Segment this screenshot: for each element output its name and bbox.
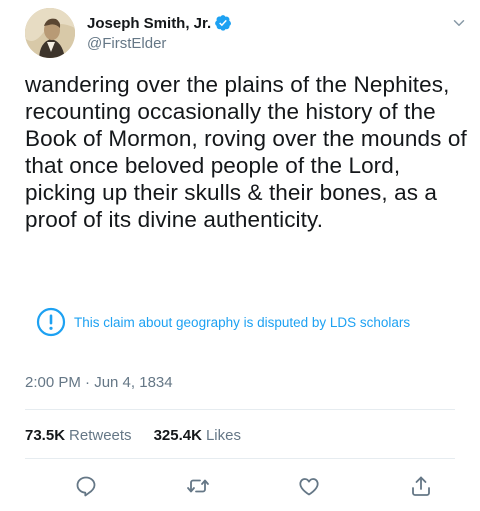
likes-label: Likes — [205, 427, 241, 444]
divider — [25, 458, 455, 459]
reply-button[interactable] — [74, 474, 98, 498]
retweets-count: 73.5K — [25, 427, 66, 444]
tweet-stats: 73.5K Retweets 325.4K Likes — [25, 427, 263, 444]
retweet-button[interactable] — [186, 474, 210, 498]
like-button[interactable] — [297, 474, 321, 498]
exclamation-circle-icon — [36, 307, 66, 337]
author-handle[interactable]: @FirstElder — [87, 35, 232, 52]
author-avatar[interactable] — [25, 8, 75, 58]
likes-stat[interactable]: 325.4K Likes — [154, 427, 241, 444]
share-button[interactable] — [409, 474, 433, 498]
author-display-name[interactable]: Joseph Smith, Jr. — [87, 15, 211, 32]
retweets-label: Retweets — [69, 427, 132, 444]
verified-badge-icon — [215, 15, 232, 31]
tweet-text: wandering over the plains of the Nephite… — [25, 72, 467, 232]
retweets-stat[interactable]: 73.5K Retweets — [25, 427, 132, 444]
chevron-down-icon[interactable] — [450, 14, 468, 32]
notice-text[interactable]: This claim about geography is disputed b… — [74, 315, 410, 330]
tweet-timestamp[interactable]: 2:00 PM · Jun 4, 1834 — [25, 374, 173, 391]
likes-count: 325.4K — [153, 427, 202, 444]
author-name-row: Joseph Smith, Jr. — [87, 13, 232, 33]
portrait-avatar-icon — [25, 8, 75, 58]
divider — [25, 409, 455, 410]
share-icon — [412, 476, 430, 496]
author-info: Joseph Smith, Jr. @FirstElder — [87, 13, 232, 52]
tweet-card: Joseph Smith, Jr. @FirstElder wandering … — [0, 0, 480, 511]
reply-icon — [76, 476, 96, 497]
like-icon — [299, 478, 319, 496]
disputed-claim-notice[interactable]: This claim about geography is disputed b… — [36, 306, 410, 338]
retweet-icon — [187, 479, 209, 493]
